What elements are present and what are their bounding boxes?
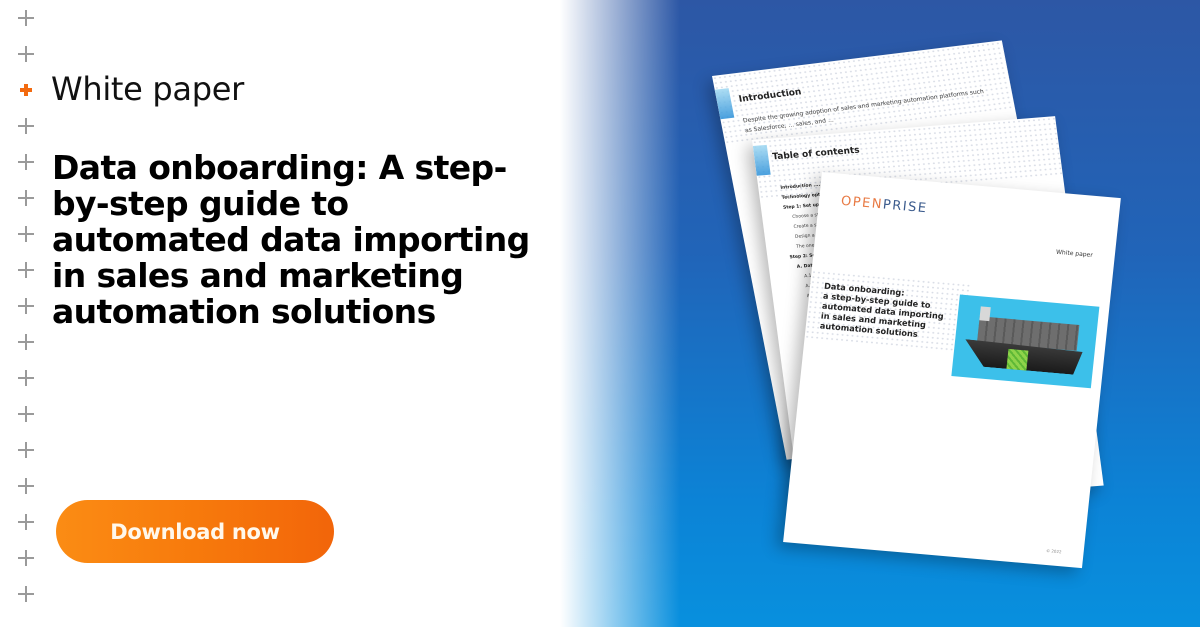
logo-part-open: OPEN bbox=[840, 193, 884, 213]
whitepaper-preview: Introduction Despite the growing adoptio… bbox=[0, 0, 1200, 627]
cover-footer: © 2022 bbox=[1045, 547, 1062, 555]
logo-part-prise: PRISE bbox=[882, 197, 929, 217]
cargo-ship-image bbox=[951, 294, 1100, 389]
green-accent-square bbox=[1006, 348, 1029, 371]
cover-tag: White paper bbox=[1055, 248, 1094, 259]
cover-page: OPENPRISE White paper Data onboarding: a… bbox=[783, 172, 1121, 569]
openprise-logo: OPENPRISE bbox=[840, 194, 928, 216]
ship-bridge bbox=[979, 306, 991, 322]
